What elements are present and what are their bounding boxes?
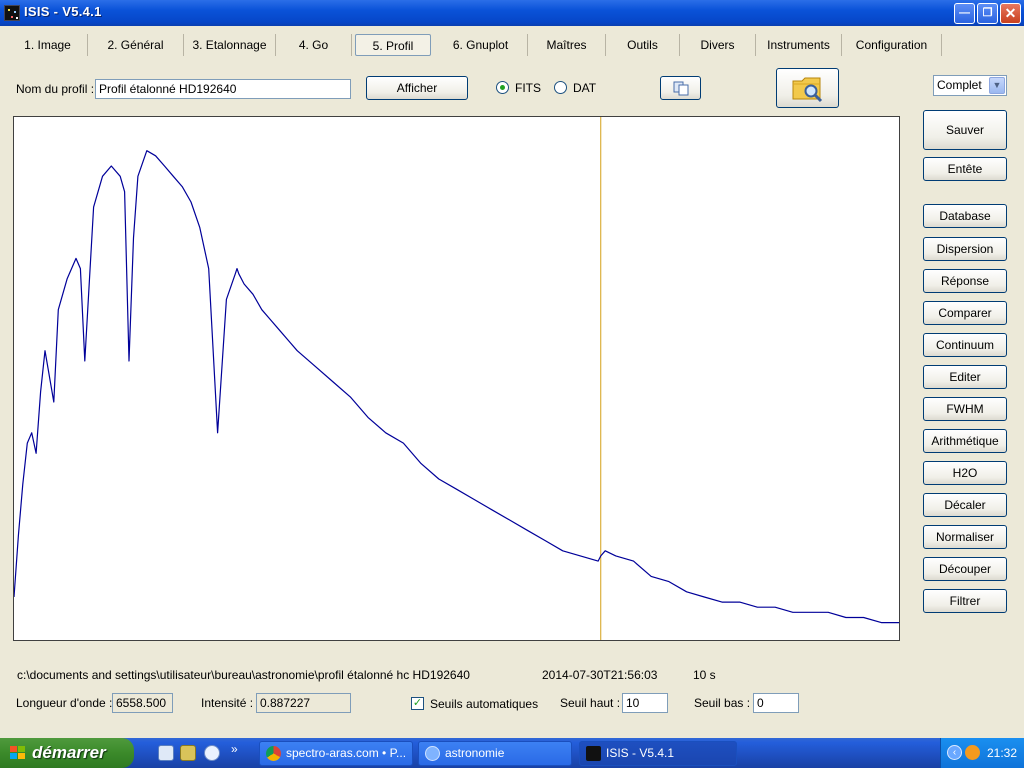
continuum-button[interactable]: Continuum [923,333,1007,357]
tab-outils[interactable]: Outils [606,34,680,56]
editer-button[interactable]: Editer [923,365,1007,389]
wavelength-value: 6558.500 [112,693,173,713]
profile-name-input[interactable]: Profil étalonné HD192640 [95,79,351,99]
spectrum-chart [13,117,899,640]
high-threshold-label: Seuil haut : [560,696,621,710]
title-bar: ISIS - V5.4.1 — ❐ ✕ [0,0,1024,26]
tab-instruments[interactable]: Instruments [756,34,842,56]
clock: 21:32 [987,746,1018,760]
windows-logo-icon [10,746,25,760]
task-isis-label: ISIS - V5.4.1 [606,746,675,760]
auto-thresholds-label: Seuils automatiques [430,697,539,711]
start-button[interactable]: démarrer [0,738,134,768]
fits-label: FITS [515,81,541,95]
dat-radio[interactable] [554,81,567,94]
quicklaunch-more-icon[interactable]: » [231,742,238,756]
chevron-left-icon[interactable]: ‹ [947,745,962,760]
decouper-button[interactable]: Découper [923,557,1007,581]
tab-image[interactable]: 1. Image [8,34,88,56]
file-path: c:\documents and settings\utilisateur\bu… [17,668,470,682]
explorer-icon [425,746,440,761]
spectrum-line [13,150,899,624]
reponse-button[interactable]: Réponse [923,269,1007,293]
filtrer-button[interactable]: Filtrer [923,589,1007,613]
show-button[interactable]: Afficher [366,76,468,100]
fits-radio[interactable] [496,81,509,94]
arithmetique-button[interactable]: Arithmétique [923,429,1007,453]
task-folder-label: astronomie [445,746,505,760]
exposure-time: 10 s [693,668,716,682]
tab-general[interactable]: 2. Général [88,34,184,56]
spectrum-plot[interactable] [13,116,900,641]
comparer-button[interactable]: Comparer [923,301,1007,325]
normaliser-button[interactable]: Normaliser [923,525,1007,549]
chart-marks [13,117,899,640]
intensity-value: 0.887227 [256,693,351,713]
app-icon [4,5,20,21]
tab-maitres[interactable]: Maîtres [528,34,606,56]
decaler-button[interactable]: Décaler [923,493,1007,517]
tab-configuration[interactable]: Configuration [842,34,942,56]
window-title: ISIS - V5.4.1 [24,4,102,19]
mode-select-value: Complet [937,78,982,92]
header-button[interactable]: Entête [923,157,1007,181]
task-isis[interactable]: ISIS - V5.4.1 [579,741,737,766]
tab-divers[interactable]: Divers [680,34,756,56]
mode-select[interactable]: Complet ▼ [933,75,1007,96]
tab-bar: 1. Image 2. Général 3. Etalonnage 4. Go … [0,32,1024,60]
h2o-button[interactable]: H2O [923,461,1007,485]
isis-icon [586,746,601,761]
low-threshold-label: Seuil bas : [694,696,751,710]
minimize-button[interactable]: — [954,3,975,24]
database-button[interactable]: Database [923,204,1007,228]
quicklaunch-ie-icon[interactable] [158,745,174,761]
auto-thresholds-checkbox[interactable]: ✓ [411,697,424,710]
quicklaunch-app-icon[interactable] [180,745,196,761]
task-folder[interactable]: astronomie [418,741,572,766]
taskbar: démarrer » spectro-aras.com • P... astro… [0,738,1024,768]
low-threshold-input[interactable]: 0 [753,693,799,713]
restore-button[interactable]: ❐ [977,3,998,24]
copy-icon [673,81,688,96]
tray-app-icon[interactable] [965,745,980,760]
folder-search-icon [792,77,822,103]
tab-go[interactable]: 4. Go [276,34,352,56]
start-label: démarrer [32,743,106,762]
chrome-icon [266,746,281,761]
copy-button[interactable] [660,76,701,100]
tab-etalonnage[interactable]: 3. Etalonnage [184,34,276,56]
acquisition-datetime: 2014-07-30T21:56:03 [542,668,658,682]
save-button[interactable]: Sauver [923,110,1007,150]
profile-name-label: Nom du profil : [16,82,95,96]
system-tray: ‹ 21:32 [940,738,1024,768]
task-browser-label: spectro-aras.com • P... [286,746,407,760]
tab-gnuplot[interactable]: 6. Gnuplot [434,34,528,56]
tab-profil[interactable]: 5. Profil [355,34,431,56]
close-button[interactable]: ✕ [1000,3,1021,24]
intensity-label: Intensité : [201,696,254,710]
task-browser[interactable]: spectro-aras.com • P... [259,741,413,766]
dispersion-button[interactable]: Dispersion [923,237,1007,261]
high-threshold-input[interactable]: 10 [622,693,668,713]
dat-label: DAT [573,81,597,95]
wavelength-label: Longueur d'onde : [16,696,113,710]
open-folder-button[interactable] [776,68,839,108]
quicklaunch-media-icon[interactable] [204,745,220,761]
fwhm-button[interactable]: FWHM [923,397,1007,421]
chevron-down-icon[interactable]: ▼ [989,77,1005,94]
